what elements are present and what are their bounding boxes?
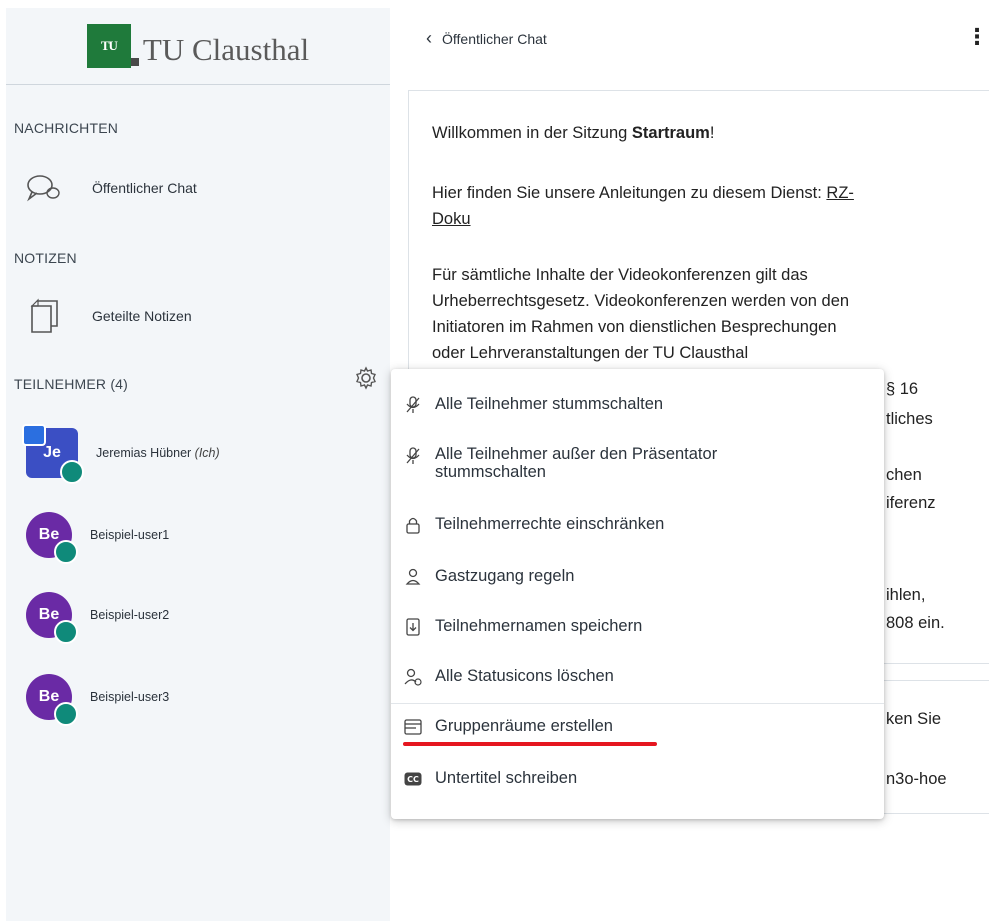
- copyright-text: Für sämtliche Inhalte der Videokonferenz…: [432, 266, 850, 362]
- chat-title: Öffentlicher Chat: [442, 30, 547, 47]
- guides-line: Hier finden Sie unsere Anleitungen zu di…: [432, 184, 854, 228]
- menu-item-captions[interactable]: CC Untertitel schreiben: [391, 769, 884, 788]
- section-title-messages: NACHRICHTEN: [14, 120, 119, 136]
- menu-item-clear-status[interactable]: Alle Statusicons löschen: [391, 667, 884, 686]
- menu-item-label: Alle Teilnehmer außer den Präsentator stu…: [435, 445, 718, 481]
- menu-item-lock-viewers[interactable]: Teilnehmerrechte einschränken: [391, 515, 884, 534]
- user-name: Beispiel-user1: [90, 528, 170, 542]
- voice-status-icon: [54, 620, 78, 644]
- presenter-icon: [22, 424, 46, 446]
- chat-back-button[interactable]: ‹ Öffentlicher Chat: [36, 28, 547, 49]
- menu-item-label: Alle Teilnehmer stummschalten: [435, 395, 664, 413]
- message-fragment: n3o-hoe: [886, 770, 947, 788]
- welcome-line: Willkommen in der Sitzung Startraum!: [432, 124, 715, 142]
- chat-icon: [24, 170, 64, 206]
- sidebar-item-public-chat[interactable]: Öffentlicher Chat: [24, 170, 197, 206]
- mic-off-icon: [403, 395, 423, 414]
- message-fragment: chen: [886, 466, 922, 484]
- rooms-icon: [403, 718, 423, 735]
- closed-caption-icon: CC: [403, 772, 423, 786]
- menu-item-label: Teilnehmerrechte einschränken: [435, 515, 665, 533]
- menu-item-guest-policy[interactable]: Gastzugang regeln: [391, 567, 884, 586]
- user-name: Beispiel-user2: [90, 608, 170, 622]
- lock-icon: [403, 516, 423, 534]
- svg-text:CC: CC: [407, 775, 419, 784]
- mic-off-icon: [403, 447, 423, 465]
- message-fragment: ihlen,: [886, 586, 926, 604]
- sidebar-item-label: Öffentlicher Chat: [92, 180, 197, 196]
- avatar: Je: [22, 424, 84, 484]
- sidebar-item-shared-notes[interactable]: Geteilte Notizen: [24, 298, 192, 334]
- sidebar-item-label: Geteilte Notizen: [92, 308, 192, 324]
- avatar: Be: [26, 592, 78, 644]
- avatar: Be: [26, 674, 78, 726]
- user-list-item[interactable]: Be Beispiel-user2: [26, 592, 170, 644]
- message-fragment: tliches: [886, 410, 933, 428]
- menu-divider: [391, 703, 884, 704]
- user-name: Jeremias Hübner: [96, 446, 192, 460]
- user-list-item[interactable]: Be Beispiel-user1: [26, 512, 170, 564]
- user-list-item[interactable]: Be Beispiel-user3: [26, 674, 170, 726]
- more-options-icon[interactable]: ⋮: [966, 24, 988, 50]
- voice-status-icon: [54, 702, 78, 726]
- user-options-menu: Alle Teilnehmer stummschalten Alle Teiln…: [391, 369, 884, 819]
- section-title-notes: NOTIZEN: [14, 250, 77, 266]
- voice-status-icon: [60, 460, 84, 484]
- menu-item-label: Gastzugang regeln: [435, 567, 575, 585]
- menu-item-mute-all[interactable]: Alle Teilnehmer stummschalten: [391, 395, 884, 414]
- gear-icon[interactable]: [354, 366, 378, 390]
- voice-status-icon: [54, 540, 78, 564]
- message-fragment: § 16: [886, 380, 919, 398]
- message-fragment: 808 ein.: [886, 614, 945, 632]
- message-fragment: ken Sie: [886, 710, 942, 728]
- chevron-left-icon: ‹: [426, 28, 432, 48]
- rz-doku-link[interactable]: RZ-: [826, 184, 854, 202]
- section-title-participants: TEILNEHMER (4): [14, 376, 129, 392]
- menu-item-breakout-rooms[interactable]: Gruppenräume erstellen: [391, 717, 884, 736]
- menu-item-label: Gruppenräume erstellen: [435, 717, 613, 735]
- highlight-underline: [403, 742, 657, 746]
- clear-status-icon: [403, 668, 423, 686]
- menu-item-save-names[interactable]: Teilnehmernamen speichern: [391, 617, 884, 636]
- avatar: Be: [26, 512, 78, 564]
- download-file-icon: [403, 617, 423, 636]
- menu-item-label: Untertitel schreiben: [435, 769, 578, 787]
- menu-item-mute-all-except-presenter[interactable]: Alle Teilnehmer außer den Präsentator stu…: [391, 445, 884, 481]
- user-list-item[interactable]: Je Jeremias Hübner (Ich): [22, 424, 220, 484]
- message-fragment: iferenz: [886, 494, 936, 512]
- user-name: Beispiel-user3: [90, 690, 170, 704]
- menu-item-label: Alle Statusicons löschen: [435, 667, 614, 685]
- user-self-tag: (Ich): [194, 446, 220, 460]
- rz-doku-link[interactable]: Doku: [432, 210, 471, 228]
- user-icon: [403, 568, 423, 586]
- notes-icon: [24, 298, 64, 334]
- menu-item-label: Teilnehmernamen speichern: [435, 617, 643, 635]
